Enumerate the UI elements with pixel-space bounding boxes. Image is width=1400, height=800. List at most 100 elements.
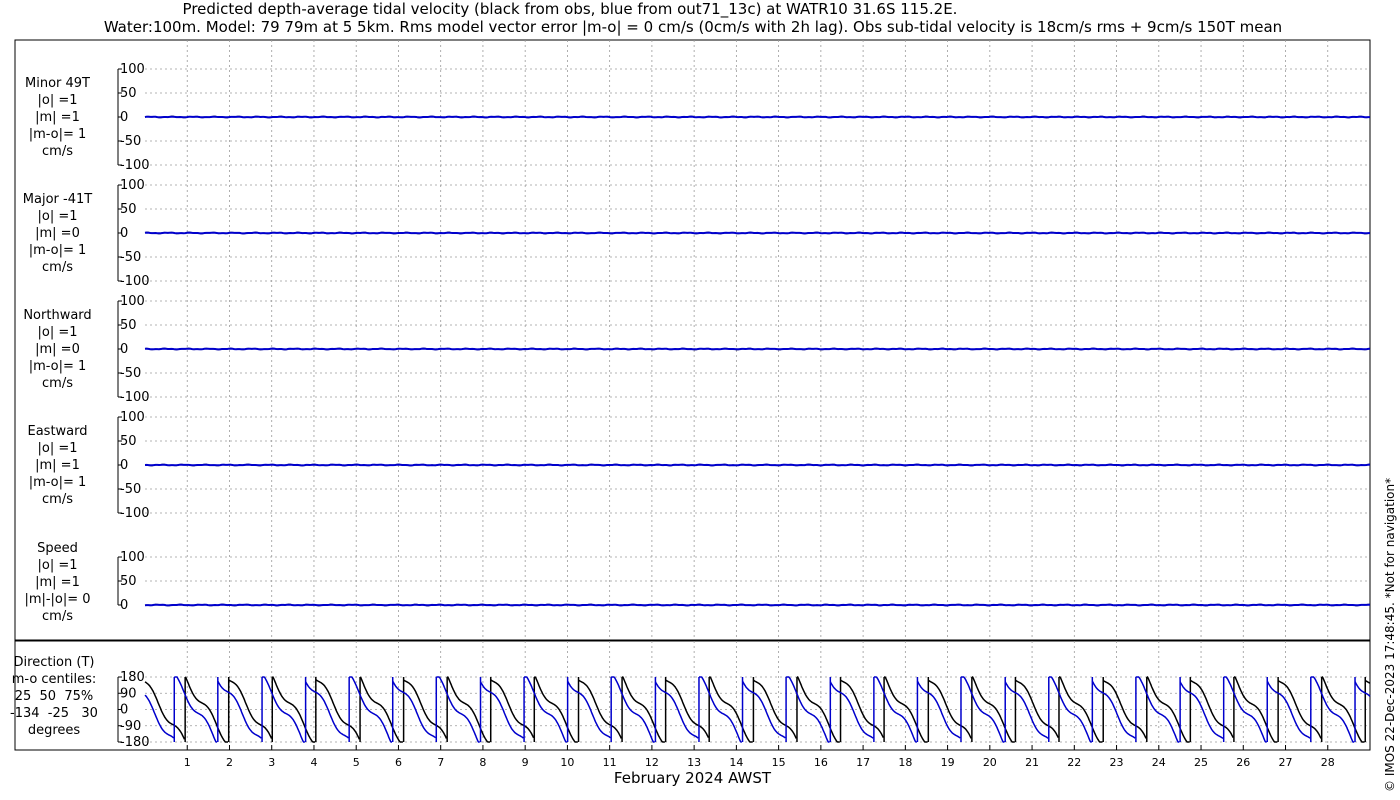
y-tick-label: 0 <box>120 458 128 473</box>
y-tick-label: 100 <box>120 178 145 193</box>
x-tick-label: 26 <box>1236 756 1250 769</box>
y-tick-label: -100 <box>120 158 150 173</box>
y-tick-label: 90 <box>120 686 137 701</box>
panel-label-line: cm/s <box>42 259 73 275</box>
y-tick-label: -50 <box>120 482 141 497</box>
model-series-line <box>144 115 1370 119</box>
y-tick-label: 0 <box>120 703 128 718</box>
panel-label: Speed |o| =1 |m| =1 |m|-|o|= 0 cm/s <box>10 540 105 625</box>
x-tick-label: 24 <box>1152 756 1166 769</box>
y-tick-label: 100 <box>120 550 145 565</box>
panel-label-line: |m|-|o|= 0 <box>24 592 91 607</box>
y-tick-label: -50 <box>120 366 141 381</box>
y-tick-label: 0 <box>120 342 128 357</box>
obs-direction-line <box>144 681 186 740</box>
y-tick-label: 50 <box>120 318 137 333</box>
panel-label-line: |m-o|= 1 <box>28 474 87 490</box>
panel-label: Northward |o| =1 |m| =0 |m-o|= 1 cm/s <box>10 307 105 392</box>
y-tick-label: -100 <box>120 390 150 405</box>
y-tick-label: 50 <box>120 574 137 589</box>
panel-label-line: degrees <box>27 723 81 738</box>
x-tick-label: 2 <box>226 756 233 769</box>
y-tick-label: 0 <box>120 226 128 241</box>
x-tick-label: 14 <box>729 756 743 769</box>
upper-frame <box>14 39 1371 641</box>
x-tick-label: 19 <box>941 756 955 769</box>
x-tick-label: 4 <box>310 756 317 769</box>
panel-label-line: cm/s <box>42 143 73 159</box>
y-tick-label: 100 <box>120 294 145 309</box>
model-series-line <box>144 603 1370 607</box>
panel-label-line: |m-o|= 1 <box>28 242 87 258</box>
x-tick-label: 16 <box>814 756 828 769</box>
panel-label-line: cm/s <box>42 491 73 507</box>
panel-label-line: |m| =0 <box>35 341 80 357</box>
y-tick-label: 50 <box>120 202 137 217</box>
panel-label-line: cm/s <box>42 609 73 624</box>
x-tick-label: 22 <box>1067 756 1081 769</box>
x-tick-label: 27 <box>1279 756 1293 769</box>
x-axis-label: February 2024 AWST <box>613 769 772 787</box>
panel-label-line: Eastward <box>27 423 88 439</box>
panel-label: Direction (T) m-o centiles: 25 50 75% -134 … <box>4 654 104 739</box>
x-tick-label: 11 <box>603 756 617 769</box>
panel-label-line: Northward <box>23 307 92 323</box>
panel-label-line: Minor 49T <box>25 75 90 91</box>
x-tick-label: 6 <box>395 756 402 769</box>
x-tick-label: 8 <box>479 756 486 769</box>
panel-label-line: |o| =1 <box>37 208 78 224</box>
model-series-line <box>144 347 1371 351</box>
panel-label-line: |m| =1 <box>35 575 80 590</box>
y-tick-label: -50 <box>120 134 141 149</box>
x-tick-label: 5 <box>353 756 360 769</box>
y-tick-label: 0 <box>120 110 128 125</box>
panel-label-line: |m| =1 <box>35 457 80 473</box>
panel-label-line: |m-o|= 1 <box>28 126 87 142</box>
x-tick-label: 13 <box>687 756 701 769</box>
panel-label: Major -41T |o| =1 |m| =0 |m-o|= 1 cm/s <box>10 191 105 276</box>
x-tick-label: 7 <box>437 756 444 769</box>
panel-label-line: |o| =1 <box>37 324 78 340</box>
x-tick-label: 1 <box>184 756 191 769</box>
x-tick-label: 17 <box>856 756 870 769</box>
panel-label-line: |o| =1 <box>37 558 78 573</box>
x-tick-label: 15 <box>772 756 786 769</box>
x-tick-label: 3 <box>268 756 275 769</box>
x-tick-label: 10 <box>560 756 574 769</box>
panel-label-line: cm/s <box>42 375 73 391</box>
model-direction-line <box>1354 681 1371 697</box>
x-tick-label: 18 <box>898 756 912 769</box>
y-tick-label: 100 <box>120 410 145 425</box>
y-tick-label: -100 <box>120 274 150 289</box>
y-tick-label: -100 <box>120 506 150 521</box>
panel-label-line: |o| =1 <box>37 92 78 108</box>
y-tick-label: -180 <box>120 735 150 750</box>
panel-label-line: |o| =1 <box>37 440 78 456</box>
y-tick-label: -50 <box>120 250 141 265</box>
y-tick-label: 0 <box>120 598 128 613</box>
y-tick-label: 100 <box>120 62 145 77</box>
x-tick-label: 25 <box>1194 756 1208 769</box>
model-series-line <box>144 463 1371 467</box>
credit-text: © IMOS 22-Dec-2023 17:48:45. *Not for na… <box>1383 477 1397 792</box>
panel-label: Minor 49T |o| =1 |m| =1 |m-o|= 1 cm/s <box>10 75 105 160</box>
model-direction-line <box>144 694 175 739</box>
model-series-line <box>144 231 1371 235</box>
panel-label-line: |m| =1 <box>35 109 80 125</box>
y-tick-label: 50 <box>120 434 137 449</box>
panel-label-line: Direction (T) <box>13 655 95 670</box>
panel-label-line: Speed <box>37 541 78 556</box>
panel-label-line: |m| =0 <box>35 225 80 241</box>
chart-plot-area: 1 2 3 4 5 6 7 8 9 10 11 12 13 14 15 16 17 18 19 20 21 22 23 24 2… <box>14 39 1371 769</box>
y-tick-label: 50 <box>120 86 137 101</box>
x-tick-label: 28 <box>1321 756 1335 769</box>
panel-label-line: 25 50 75% <box>14 689 94 704</box>
panel-label-line: -134 -25 30 <box>10 706 98 721</box>
x-tick-label: 12 <box>645 756 659 769</box>
x-tick-label: 23 <box>1110 756 1124 769</box>
panel-label-line: Major -41T <box>22 191 93 207</box>
panel-label-line: m-o centiles: <box>11 672 97 687</box>
x-tick-label: 20 <box>983 756 997 769</box>
x-tick-label: 21 <box>1025 756 1039 769</box>
x-tick-label: 9 <box>522 756 529 769</box>
